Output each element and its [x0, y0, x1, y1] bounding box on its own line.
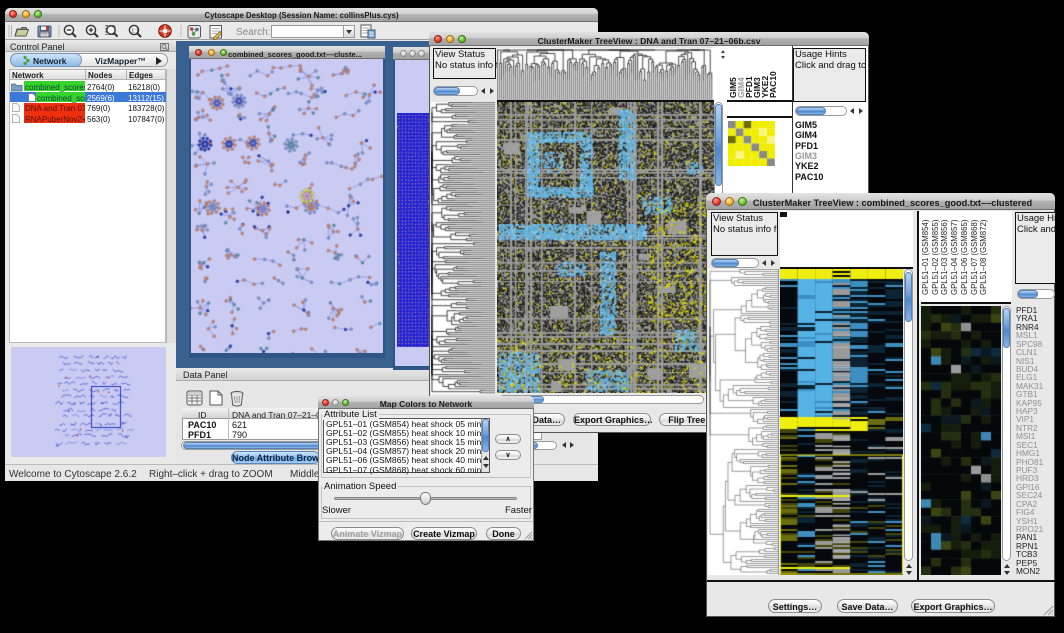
svg-text:1:1: 1:1	[131, 29, 139, 35]
